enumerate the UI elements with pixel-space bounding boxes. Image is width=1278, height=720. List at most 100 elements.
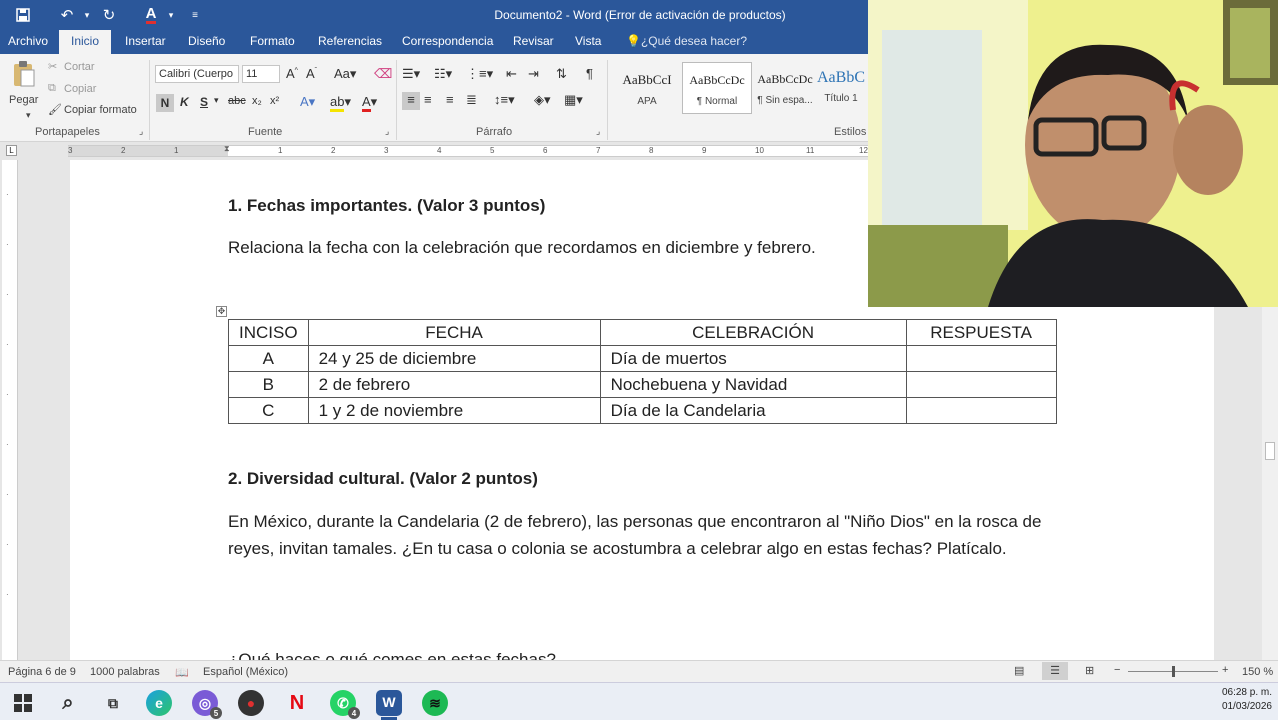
- font-launcher-icon[interactable]: ⌟: [385, 126, 389, 137]
- web-layout-icon[interactable]: ⊞: [1085, 664, 1094, 677]
- align-left-icon[interactable]: ≡: [402, 92, 420, 110]
- tab-inicio[interactable]: Inicio: [59, 30, 112, 54]
- table-cell[interactable]: 1 y 2 de noviembre: [307, 397, 601, 424]
- paste-icon[interactable]: [10, 60, 38, 90]
- paragraph-launcher-icon[interactable]: ⌟: [596, 126, 600, 137]
- cut-button[interactable]: Cortar: [64, 61, 95, 73]
- word-count[interactable]: 1000 palabras: [90, 666, 160, 678]
- font-color-quick-icon[interactable]: A: [140, 4, 162, 26]
- obs-icon[interactable]: ●: [238, 690, 264, 716]
- strikethrough-icon[interactable]: abc: [228, 95, 246, 107]
- bullets-icon[interactable]: ☰▾: [402, 66, 420, 82]
- shrink-font-icon[interactable]: Aˇ: [306, 66, 317, 81]
- table-cell[interactable]: B: [228, 371, 309, 398]
- style-sin-espaciado[interactable]: AaBbCcDc ¶ Sin espa...: [750, 62, 820, 114]
- shading-icon[interactable]: ◈▾: [534, 92, 551, 108]
- proofing-icon[interactable]: 📖: [175, 666, 189, 679]
- align-center-icon[interactable]: ≡: [424, 92, 432, 107]
- undo-icon[interactable]: ↶: [56, 4, 78, 26]
- zoom-level[interactable]: 150 %: [1242, 666, 1273, 678]
- borders-icon[interactable]: ▦▾: [564, 92, 583, 108]
- zoom-out-icon[interactable]: −: [1114, 664, 1120, 676]
- align-right-icon[interactable]: ≡: [446, 92, 454, 107]
- table-cell[interactable]: [905, 345, 1057, 372]
- search-icon[interactable]: ⌕: [55, 690, 81, 716]
- numbering-icon[interactable]: ☷▾: [434, 66, 452, 82]
- tab-formato[interactable]: Formato: [250, 34, 295, 48]
- style-titulo-1[interactable]: AaBbC Título 1: [815, 62, 867, 114]
- scrollbar-thumb[interactable]: [1265, 442, 1275, 460]
- show-marks-icon[interactable]: ¶: [586, 66, 593, 81]
- tab-referencias[interactable]: Referencias: [318, 34, 382, 48]
- table-cell[interactable]: Día de la Candelaria: [599, 397, 907, 424]
- style-apa[interactable]: AaBbCcI APA: [612, 62, 682, 114]
- table-cell[interactable]: A: [228, 345, 309, 372]
- indent-marker-icon[interactable]: ⧗: [224, 144, 230, 154]
- italic-button[interactable]: K: [180, 95, 189, 109]
- spotify-icon[interactable]: ≋: [422, 690, 448, 716]
- page-count[interactable]: Página 6 de 9: [8, 666, 76, 678]
- cut-icon[interactable]: ✂: [48, 60, 57, 73]
- netflix-icon[interactable]: N: [284, 690, 310, 716]
- tab-diseno[interactable]: Diseño: [188, 34, 225, 48]
- table-cell[interactable]: Día de muertos: [599, 345, 907, 372]
- table-cell[interactable]: 2 de febrero: [307, 371, 601, 398]
- language-indicator[interactable]: Español (México): [203, 666, 288, 678]
- font-name-select[interactable]: Calibri (Cuerpo: [155, 65, 239, 83]
- underline-dropdown-icon[interactable]: ▾: [214, 95, 219, 106]
- font-color-icon[interactable]: A▾: [362, 94, 377, 112]
- underline-button[interactable]: S: [200, 95, 208, 109]
- discord-icon[interactable]: ◎ 5: [192, 690, 222, 719]
- windows-start-icon[interactable]: [10, 690, 36, 716]
- read-mode-icon[interactable]: ▤: [1014, 664, 1024, 677]
- zoom-slider[interactable]: [1128, 666, 1218, 677]
- style-normal[interactable]: AaBbCcDc ¶ Normal: [682, 62, 752, 114]
- sort-icon[interactable]: ⇅: [556, 66, 567, 82]
- tab-vista[interactable]: Vista: [575, 34, 601, 48]
- format-painter-icon[interactable]: 🖌: [48, 103, 62, 116]
- justify-icon[interactable]: ≣: [466, 92, 477, 108]
- zoom-in-icon[interactable]: +: [1222, 664, 1228, 676]
- table-cell[interactable]: 24 y 25 de diciembre: [307, 345, 601, 372]
- copy-icon[interactable]: ⧉: [48, 82, 56, 95]
- tab-revisar[interactable]: Revisar: [513, 34, 554, 48]
- system-clock[interactable]: 06:28 p. m. 01/03/2026: [1212, 686, 1272, 714]
- table-move-handle-icon[interactable]: ✥: [216, 306, 227, 317]
- tab-insertar[interactable]: Insertar: [125, 34, 166, 48]
- tab-correspondencia[interactable]: Correspondencia: [402, 34, 493, 48]
- highlight-icon[interactable]: ab▾: [330, 94, 351, 112]
- clear-formatting-icon[interactable]: ⌫: [374, 66, 392, 82]
- paste-dropdown-icon[interactable]: ▾: [26, 110, 31, 121]
- print-layout-icon[interactable]: ☰: [1042, 662, 1068, 680]
- bold-button[interactable]: N: [156, 94, 174, 112]
- copy-button[interactable]: Copiar: [64, 83, 96, 95]
- task-view-icon[interactable]: ⧉: [100, 690, 126, 716]
- text-effects-icon[interactable]: A▾: [300, 94, 315, 110]
- grow-font-icon[interactable]: A^: [286, 66, 298, 81]
- font-size-select[interactable]: 11: [242, 65, 280, 83]
- change-case-icon[interactable]: Aa▾: [334, 66, 356, 82]
- zoom-slider-thumb[interactable]: [1172, 666, 1175, 677]
- clipboard-launcher-icon[interactable]: ⌟: [139, 126, 143, 137]
- superscript-icon[interactable]: x²: [270, 95, 279, 107]
- decrease-indent-icon[interactable]: ⇤: [506, 66, 517, 82]
- word-icon[interactable]: W: [376, 690, 402, 716]
- multilevel-list-icon[interactable]: ⋮≡▾: [466, 66, 493, 82]
- save-icon[interactable]: [12, 4, 34, 26]
- increase-indent-icon[interactable]: ⇥: [528, 66, 539, 82]
- edge-icon[interactable]: e: [146, 690, 172, 716]
- paste-button[interactable]: Pegar: [9, 94, 38, 106]
- customize-toolbar-icon[interactable]: ≡: [184, 4, 206, 26]
- tab-selector-icon[interactable]: L: [6, 145, 17, 156]
- subscript-icon[interactable]: x₂: [252, 95, 262, 107]
- redo-icon[interactable]: ↻: [98, 4, 120, 26]
- tab-archivo[interactable]: Archivo: [8, 34, 48, 48]
- tell-me-search[interactable]: 💡¿Qué desea hacer?: [626, 34, 747, 48]
- undo-dropdown-icon[interactable]: ▾: [76, 4, 98, 26]
- font-color-dropdown-icon[interactable]: ▾: [160, 4, 182, 26]
- whatsapp-icon[interactable]: ✆ 4: [330, 690, 360, 719]
- format-painter-button[interactable]: Copiar formato: [64, 104, 137, 116]
- table-cell[interactable]: Nochebuena y Navidad: [599, 371, 907, 398]
- table-cell[interactable]: [905, 397, 1057, 424]
- table-cell[interactable]: C: [228, 397, 309, 424]
